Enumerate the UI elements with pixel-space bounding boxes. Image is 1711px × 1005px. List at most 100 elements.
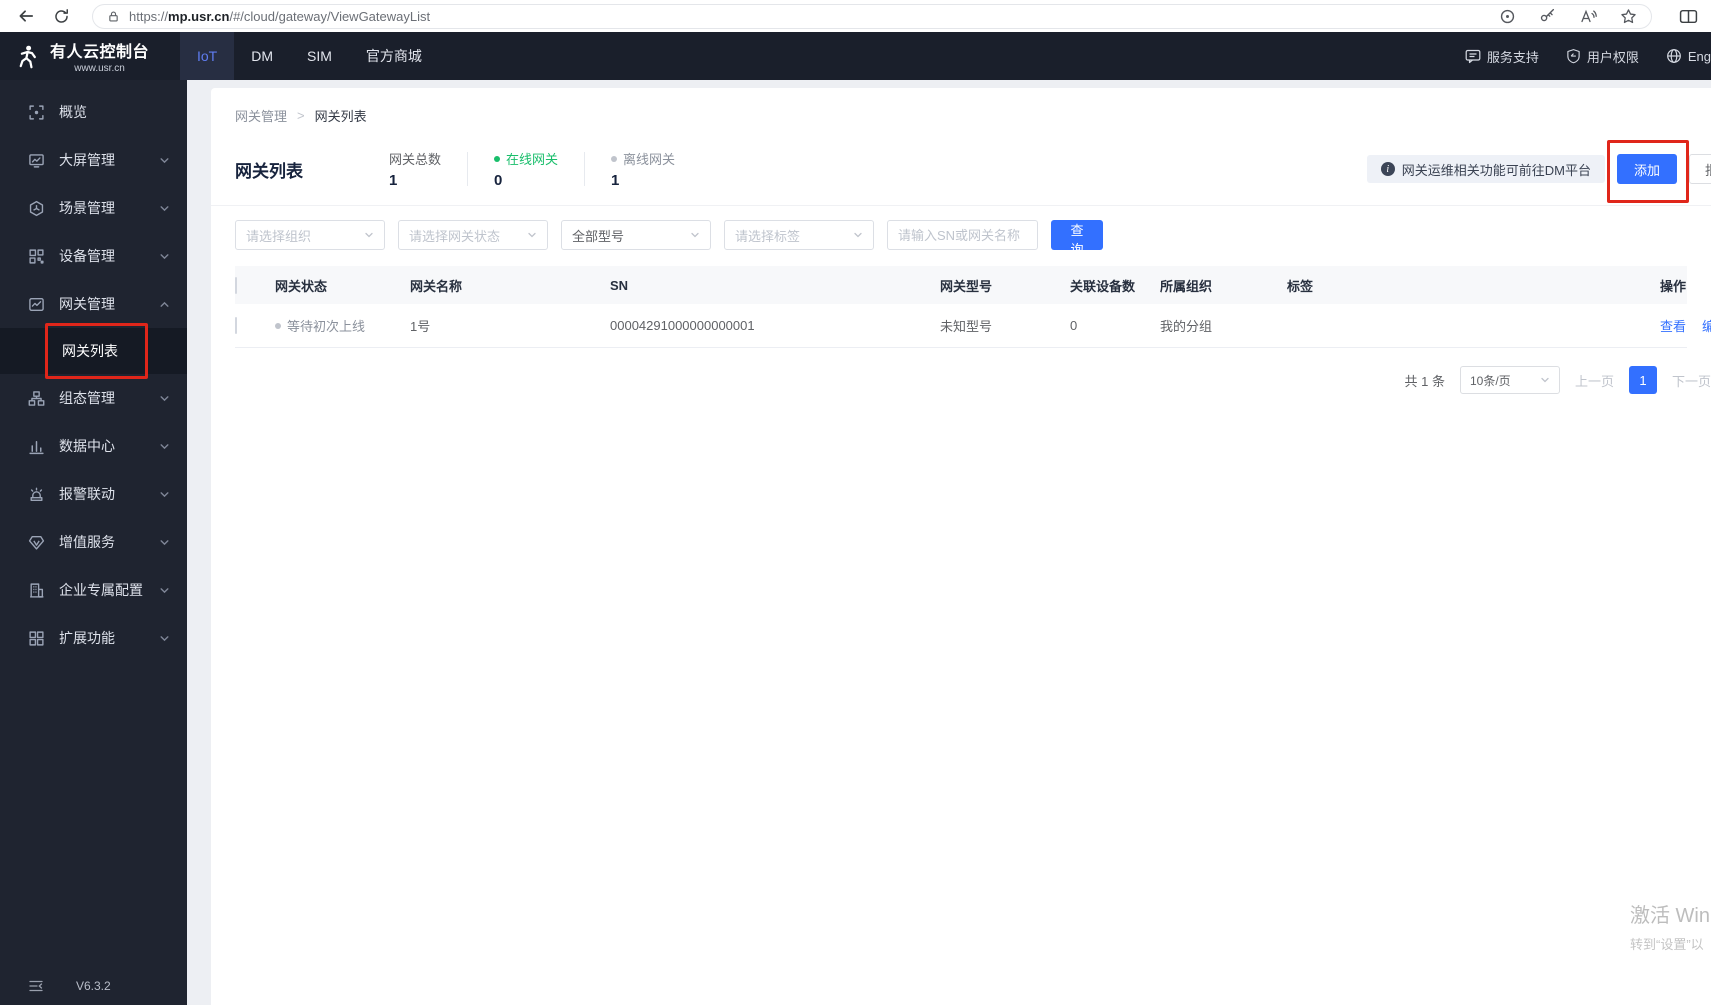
- main-content: 网关管理 > 网关列表 网关列表 网关总数 1 在线网关 0 离线网关 1 i …: [187, 80, 1711, 1005]
- sidebar-item-enterprise-config[interactable]: 企业专属配置: [0, 566, 187, 614]
- geolocation-icon[interactable]: [1499, 8, 1516, 25]
- online-dot-icon: [494, 155, 501, 162]
- sidebar-item-value-added[interactable]: 增值服务: [0, 518, 187, 566]
- view-link[interactable]: 查看: [1660, 316, 1686, 335]
- app-title: 有人云控制台: [50, 44, 150, 61]
- filter-bar: 请选择组织 请选择网关状态 全部型号 请选择标签 查询: [235, 220, 1687, 257]
- browser-refresh-button[interactable]: [49, 4, 73, 28]
- gateway-name-cell: 1号: [410, 319, 431, 334]
- sidebar-item-gateway-mgmt[interactable]: 网关管理: [0, 280, 187, 328]
- favorite-star-icon[interactable]: [1620, 8, 1637, 25]
- current-page[interactable]: 1: [1628, 366, 1657, 394]
- row-checkbox[interactable]: [235, 317, 237, 334]
- chevron-down-icon: [159, 585, 170, 596]
- actions-cell: 查看 编: [1660, 316, 1711, 335]
- sn-search-input[interactable]: [887, 220, 1038, 250]
- org-select[interactable]: 请选择组织: [235, 220, 385, 250]
- overview-icon: [28, 104, 45, 121]
- chevron-down-icon: [527, 230, 537, 240]
- brand-logo[interactable]: 有人云控制台 www.usr.cn: [0, 32, 180, 80]
- chat-bubble-icon: [1465, 49, 1481, 64]
- sidebar-item-data-center[interactable]: 数据中心: [0, 422, 187, 470]
- chevron-down-icon: [690, 230, 700, 240]
- globe-icon: [1666, 48, 1682, 64]
- sidebar-item-alarm-linkage[interactable]: 报警联动: [0, 470, 187, 518]
- chevron-down-icon: [1540, 375, 1550, 385]
- tab-iot[interactable]: IoT: [180, 32, 235, 80]
- batch-import-button[interactable]: 批: [1689, 154, 1711, 184]
- sidebar-item-gateway-list[interactable]: 网关列表: [0, 323, 187, 379]
- col-actions: 操作: [1660, 278, 1687, 294]
- breadcrumb-parent[interactable]: 网关管理: [235, 106, 287, 125]
- col-linked-devices: 关联设备数: [1070, 278, 1136, 294]
- sidebar-item-scene-mgmt[interactable]: 场景管理: [0, 184, 187, 232]
- diamond-badge-icon: [28, 534, 45, 551]
- status-dot-icon: [275, 322, 281, 329]
- chevron-down-icon: [159, 489, 170, 500]
- model-select[interactable]: 全部型号: [561, 220, 711, 250]
- chevron-up-icon: [159, 299, 170, 310]
- sidebar-item-scada-mgmt[interactable]: 组态管理: [0, 374, 187, 422]
- chevron-down-icon: [159, 441, 170, 452]
- sidebar-item-overview[interactable]: 概览: [0, 88, 187, 136]
- gateway-chart-icon: [28, 296, 45, 313]
- select-all-checkbox[interactable]: [235, 276, 237, 294]
- pagination: 共 1 条 10条/页 上一页 1 下一页: [235, 366, 1711, 394]
- gateway-status-select[interactable]: 请选择网关状态: [398, 220, 548, 250]
- stat-online-value: 0: [494, 172, 503, 189]
- four-squares-icon: [28, 630, 45, 647]
- sidebar: 概览 大屏管理 场景管理 设备管理 网关管理 网关列表 组态管理 数据中心 报警…: [0, 80, 187, 1005]
- collapse-sidebar-icon[interactable]: [28, 979, 44, 993]
- info-icon: i: [1380, 162, 1395, 176]
- query-button[interactable]: 查询: [1051, 220, 1103, 257]
- edit-link-clipped[interactable]: 编: [1702, 316, 1711, 335]
- sidebar-item-extensions[interactable]: 扩展功能: [0, 614, 187, 662]
- user-permission-link[interactable]: 用户权限: [1566, 47, 1639, 66]
- usr-person-logo-icon: [14, 43, 41, 70]
- shield-icon: [1566, 48, 1581, 64]
- language-switch[interactable]: Eng: [1666, 48, 1711, 64]
- linked-devices-cell: 0: [1070, 318, 1078, 333]
- password-key-icon[interactable]: [1539, 8, 1556, 25]
- stat-total-value: 1: [389, 172, 398, 189]
- chevron-down-icon: [159, 537, 170, 548]
- gateway-model-cell: 未知型号: [940, 319, 993, 334]
- sidebar-item-device-mgmt[interactable]: 设备管理: [0, 232, 187, 280]
- next-page-button[interactable]: 下一页: [1672, 371, 1711, 390]
- chevron-down-icon: [159, 251, 170, 262]
- browser-back-button[interactable]: [14, 4, 38, 28]
- gateway-table: 网关状态 网关名称 SN 网关型号 关联设备数 所属组织 标签 操作 等待初次上…: [235, 266, 1711, 348]
- breadcrumb-separator: >: [297, 108, 305, 123]
- col-gateway-name: 网关名称: [410, 278, 463, 294]
- service-support-link[interactable]: 服务支持: [1465, 47, 1539, 66]
- col-gateway-status: 网关状态: [275, 278, 328, 294]
- sitemap-icon: [28, 390, 45, 407]
- prev-page-button[interactable]: 上一页: [1575, 371, 1614, 390]
- read-aloud-icon[interactable]: [1579, 8, 1597, 25]
- building-icon: [28, 582, 45, 599]
- alarm-siren-icon: [28, 486, 45, 503]
- organization-cell: 我的分组: [1160, 319, 1213, 334]
- chevron-down-icon: [159, 203, 170, 214]
- offline-dot-icon: [611, 155, 618, 162]
- page-size-select[interactable]: 10条/页: [1459, 366, 1560, 394]
- chevron-down-icon: [364, 230, 374, 240]
- stat-total: 网关总数 1: [389, 152, 442, 189]
- chevron-down-icon: [159, 633, 170, 644]
- tab-official-store[interactable]: 官方商城: [349, 32, 439, 80]
- tab-sim[interactable]: SIM: [290, 32, 349, 80]
- gateway-status-cell: 等待初次上线: [275, 316, 410, 335]
- bar-chart-icon: [28, 438, 45, 455]
- stat-offline: 离线网关 1: [611, 152, 676, 189]
- address-bar[interactable]: https://mp.usr.cn/#/cloud/gateway/ViewGa…: [92, 3, 1652, 29]
- breadcrumb-current: 网关列表: [314, 109, 367, 124]
- tag-select[interactable]: 请选择标签: [724, 220, 874, 250]
- lock-icon: [107, 10, 120, 23]
- split-screen-icon[interactable]: [1675, 4, 1701, 28]
- add-gateway-button[interactable]: 添加: [1616, 154, 1677, 184]
- page-title: 网关列表: [235, 161, 303, 181]
- sidebar-item-screen-mgmt[interactable]: 大屏管理: [0, 136, 187, 184]
- tab-dm[interactable]: DM: [234, 32, 290, 80]
- stat-offline-value: 1: [611, 172, 620, 189]
- sn-cell: 00004291000000000001: [610, 318, 755, 333]
